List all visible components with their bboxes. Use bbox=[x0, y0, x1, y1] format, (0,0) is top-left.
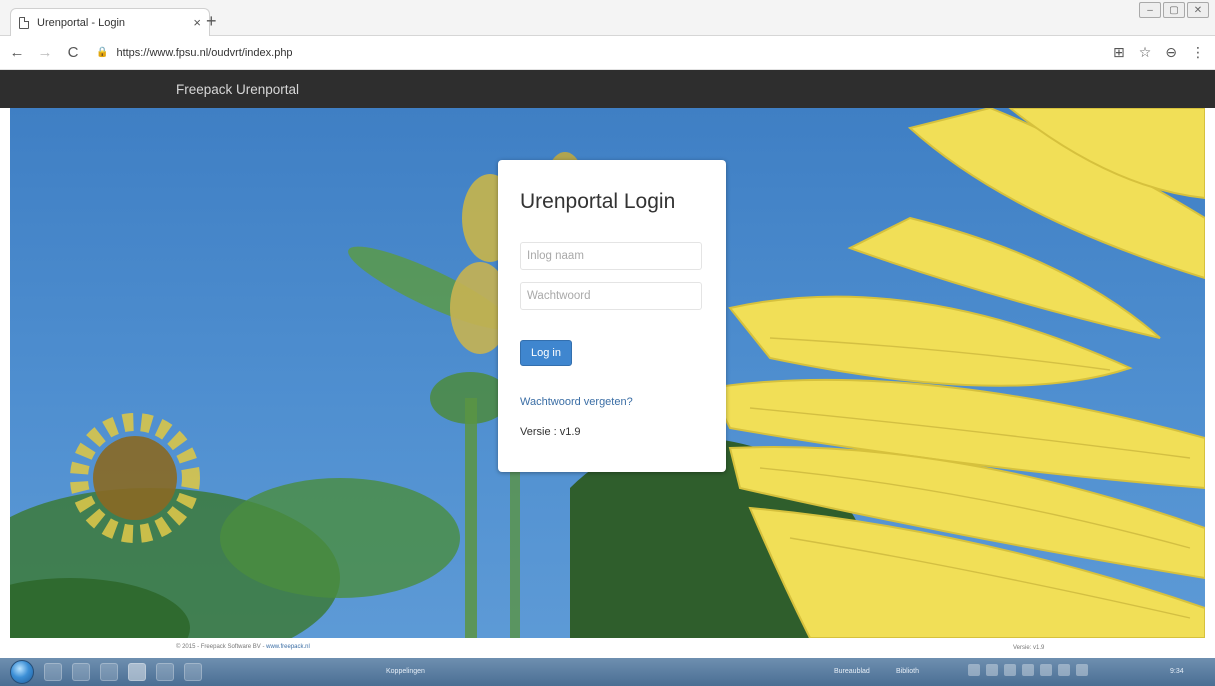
menu-icon[interactable]: ⋮ bbox=[1191, 44, 1205, 61]
tray-icon[interactable] bbox=[1022, 664, 1034, 676]
password-input[interactable] bbox=[520, 282, 702, 310]
taskbar: Koppelingen Bureaublad Biblioth 9:34 bbox=[0, 658, 1215, 686]
page-icon bbox=[19, 16, 29, 29]
tab-close-icon[interactable]: × bbox=[193, 15, 201, 30]
username-input[interactable] bbox=[520, 242, 702, 270]
tray-icon[interactable] bbox=[1004, 664, 1016, 676]
window-controls: – ▢ ✕ bbox=[1139, 2, 1209, 18]
tray-icon[interactable] bbox=[1058, 664, 1070, 676]
navbar-brand[interactable]: Freepack Urenportal bbox=[176, 82, 299, 97]
star-icon[interactable]: ☆ bbox=[1139, 44, 1152, 61]
taskbar-bibliotheek[interactable]: Biblioth bbox=[896, 668, 919, 675]
reload-button[interactable]: C bbox=[62, 44, 84, 61]
page-footer: © 2015 - Freepack Software BV - www.free… bbox=[10, 638, 1205, 658]
taskbar-koppelingen[interactable]: Koppelingen bbox=[386, 668, 425, 675]
minimize-button[interactable]: – bbox=[1139, 2, 1161, 18]
taskbar-app-icon[interactable] bbox=[72, 663, 90, 681]
footer-copyright: © 2015 - Freepack Software BV - www.free… bbox=[176, 644, 310, 650]
taskbar-app-icon[interactable] bbox=[184, 663, 202, 681]
forgot-password-link[interactable]: Wachtwoord vergeten? bbox=[520, 396, 704, 408]
maximize-button[interactable]: ▢ bbox=[1163, 2, 1185, 18]
taskbar-app-icon[interactable] bbox=[44, 663, 62, 681]
taskbar-bureaublad[interactable]: Bureaublad bbox=[834, 668, 870, 675]
tray-icon[interactable] bbox=[968, 664, 980, 676]
browser-tabstrip: Urenportal - Login × + – ▢ ✕ bbox=[0, 0, 1215, 36]
forward-button[interactable]: → bbox=[34, 44, 56, 61]
taskbar-app-icon[interactable] bbox=[100, 663, 118, 681]
close-window-button[interactable]: ✕ bbox=[1187, 2, 1209, 18]
volume-icon[interactable] bbox=[1076, 664, 1088, 676]
footer-copyright-text: © 2015 - Freepack Software BV - bbox=[176, 644, 267, 650]
lock-icon: 🔒 bbox=[96, 47, 109, 58]
chrome-taskbar-icon[interactable] bbox=[128, 663, 146, 681]
system-tray bbox=[968, 664, 1088, 676]
login-button[interactable]: Log in bbox=[520, 340, 572, 366]
footer-version: Versie: v1.9 bbox=[1013, 645, 1045, 651]
account-icon[interactable]: ⊖ bbox=[1165, 44, 1177, 61]
new-tab-button[interactable]: + bbox=[206, 11, 217, 32]
url-field[interactable]: 🔒 https://www.fpsu.nl/oudvrt/index.php bbox=[96, 47, 293, 59]
tab-title: Urenportal - Login bbox=[37, 16, 126, 29]
url-text: https://www.fpsu.nl/oudvrt/index.php bbox=[116, 46, 293, 59]
footer-link[interactable]: www.freepack.nl bbox=[266, 644, 310, 650]
login-card: Urenportal Login Log in Wachtwoord verge… bbox=[498, 160, 726, 472]
taskbar-app-icon[interactable] bbox=[156, 663, 174, 681]
start-button[interactable] bbox=[10, 660, 34, 684]
address-bar: ← → C 🔒 https://www.fpsu.nl/oudvrt/index… bbox=[0, 36, 1215, 70]
app-navbar: Freepack Urenportal bbox=[0, 70, 1215, 108]
tray-icon[interactable] bbox=[1040, 664, 1052, 676]
translate-icon[interactable]: ⊞ bbox=[1113, 44, 1125, 61]
tray-icon[interactable] bbox=[986, 664, 998, 676]
taskbar-clock[interactable]: 9:34 bbox=[1170, 668, 1184, 675]
version-label: Versie : v1.9 bbox=[520, 426, 581, 438]
login-title: Urenportal Login bbox=[520, 190, 676, 213]
back-button[interactable]: ← bbox=[6, 44, 28, 61]
browser-tab[interactable]: Urenportal - Login × bbox=[10, 8, 210, 36]
browser-toolbar-right: ⊞ ☆ ⊖ ⋮ bbox=[1113, 44, 1205, 61]
